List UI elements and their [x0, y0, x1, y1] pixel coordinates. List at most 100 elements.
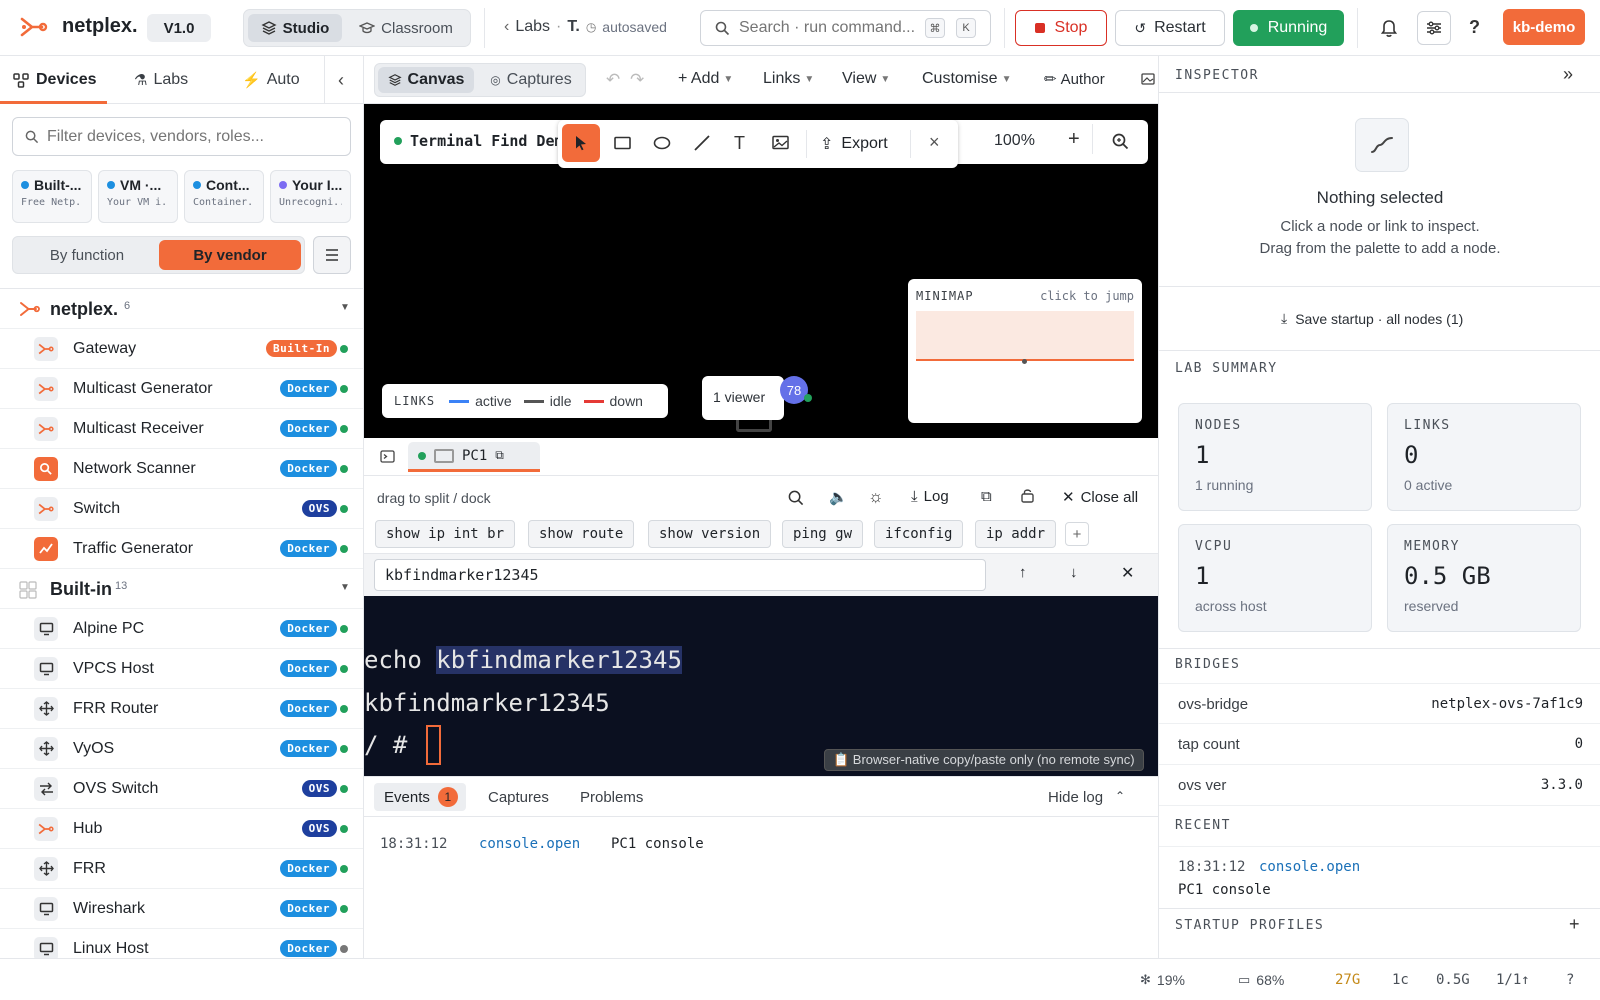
close-icon[interactable]: ×	[929, 132, 940, 153]
device-item[interactable]: Switch OVS	[0, 489, 363, 529]
save-startup-button[interactable]: ⤓ Save startup · all nodes (1)	[1281, 310, 1463, 327]
ellipse-tool-icon[interactable]	[653, 136, 671, 150]
image-icon[interactable]	[1141, 72, 1155, 86]
breadcrumb-labs[interactable]: Labs	[515, 18, 550, 36]
menu-author[interactable]: ✏ Author	[1044, 70, 1105, 89]
quick-command-chip[interactable]: ip addr	[975, 520, 1057, 548]
arrow-down-icon[interactable]: ↓	[1070, 564, 1078, 581]
stat-label: VCPU	[1195, 539, 1233, 554]
list-menu-icon[interactable]	[313, 236, 351, 274]
by-vendor-button[interactable]: By vendor	[159, 240, 301, 270]
line-tool-icon[interactable]	[693, 134, 711, 152]
find-icon[interactable]	[788, 490, 804, 506]
source-chip-vm[interactable]: VM ·... Your VM i...	[98, 170, 178, 223]
hide-log-button[interactable]: Hide log ⌃	[1048, 789, 1125, 806]
mode-studio-button[interactable]: Studio	[248, 14, 342, 42]
pc-node-icon[interactable]	[736, 420, 772, 432]
quick-command-chip[interactable]: ifconfig	[874, 520, 964, 548]
device-item[interactable]: FRR Docker	[0, 849, 363, 889]
device-item[interactable]: Network Scanner Docker	[0, 449, 363, 489]
popout-icon[interactable]: ⧉	[495, 448, 504, 463]
stop-button[interactable]: Stop	[1015, 10, 1107, 46]
log-tab-events[interactable]: Events 1	[374, 783, 466, 811]
tab-canvas[interactable]: Canvas	[378, 67, 474, 93]
device-item[interactable]: Hub OVS	[0, 809, 363, 849]
log-button[interactable]: ⤓ Log	[911, 488, 949, 505]
export-button[interactable]: ⇪ Export	[820, 134, 888, 154]
close-all-button[interactable]: ✕ Close all	[1062, 488, 1138, 507]
device-filter[interactable]	[12, 117, 351, 156]
device-item[interactable]: Gateway Built-In	[0, 329, 363, 369]
device-item[interactable]: Linux Host Docker	[0, 929, 363, 958]
close-icon[interactable]: ✕	[1121, 563, 1134, 583]
select-tool-icon[interactable]	[562, 124, 600, 162]
tab-labs[interactable]: ⚗ Labs	[134, 56, 188, 104]
tab-auto[interactable]: ⚡ Auto	[242, 56, 300, 104]
mode-classroom-button[interactable]: Classroom	[346, 14, 466, 42]
find-input[interactable]	[374, 559, 986, 591]
theme-sun-icon[interactable]: ☼	[868, 487, 884, 507]
device-filter-input[interactable]	[47, 126, 342, 148]
minimap[interactable]: MINIMAP click to jump	[908, 279, 1142, 423]
collapse-sidebar-icon[interactable]: ‹	[338, 70, 344, 91]
breadcrumb[interactable]: ‹ Labs · T. ◷ autosaved	[504, 18, 667, 36]
tab-devices[interactable]: Devices	[12, 56, 97, 104]
image-tool-icon[interactable]	[772, 135, 789, 150]
help-icon[interactable]: ?	[1469, 17, 1480, 38]
lock-icon[interactable]	[1021, 488, 1034, 503]
terminal-tab-pc1[interactable]: PC1 ⧉	[408, 442, 540, 472]
zoom-in-icon[interactable]: +	[1068, 128, 1080, 151]
rectangle-tool-icon[interactable]	[614, 136, 631, 150]
menu-customise[interactable]: Customise ▼	[922, 70, 1011, 88]
restart-button[interactable]: ↺ Restart	[1115, 10, 1225, 46]
quick-command-chip[interactable]: show version	[648, 520, 772, 548]
quick-command-chip[interactable]: show ip int br	[375, 520, 516, 548]
log-entry-event[interactable]: console.open	[479, 836, 580, 852]
settings-sliders-icon[interactable]	[1417, 11, 1451, 45]
source-chip-your-images[interactable]: Your I... Unrecogni...	[270, 170, 351, 223]
running-status-button[interactable]: Running	[1233, 10, 1344, 46]
command-search-input[interactable]	[739, 17, 921, 39]
tab-captures[interactable]: ◎ Captures	[479, 67, 583, 93]
redo-icon[interactable]: ↷	[630, 70, 644, 90]
quick-command-chip[interactable]: show route	[528, 520, 635, 548]
command-search[interactable]: ⌘ K	[700, 10, 991, 46]
device-item[interactable]: Wireshark Docker	[0, 889, 363, 929]
arrow-up-icon[interactable]: ↑	[1019, 564, 1027, 581]
device-item[interactable]: Alpine PC Docker	[0, 609, 363, 649]
device-item[interactable]: Traffic Generator Docker	[0, 529, 363, 569]
topology-canvas[interactable]: Terminal Find Dem T ⇪ Export × 100% + LIN…	[364, 104, 1158, 438]
device-item[interactable]: VyOS Docker	[0, 729, 363, 769]
log-tab-problems[interactable]: Problems	[580, 789, 643, 806]
device-item[interactable]: Multicast Generator Docker	[0, 369, 363, 409]
source-chip-container[interactable]: Cont... Container...	[184, 170, 264, 223]
device-item[interactable]: FRR Router Docker	[0, 689, 363, 729]
vendor-group-header-netplex[interactable]: netplex. 6 ▼	[0, 289, 363, 329]
text-tool-icon[interactable]: T	[734, 133, 745, 154]
user-button[interactable]: kb-demo	[1503, 9, 1585, 45]
add-profile-icon[interactable]: +	[1569, 914, 1580, 935]
breadcrumb-current[interactable]: T.	[567, 18, 579, 36]
menu-view[interactable]: View ▼	[842, 70, 890, 88]
device-item[interactable]: OVS Switch OVS	[0, 769, 363, 809]
undo-icon[interactable]: ↶	[606, 70, 620, 90]
source-chip-builtin[interactable]: Built-... Free Netp...	[12, 170, 92, 223]
viewer-pill[interactable]: 1 viewer	[702, 376, 784, 420]
quick-command-chip[interactable]: ping gw	[782, 520, 864, 548]
device-item[interactable]: VPCS Host Docker	[0, 649, 363, 689]
vendor-group-header-builtin[interactable]: Built-in 13 ▼	[0, 569, 363, 609]
bell-icon[interactable]	[1380, 18, 1398, 38]
log-tab-captures[interactable]: Captures	[488, 789, 549, 806]
menu-add[interactable]: + Add ▼	[678, 70, 733, 88]
menu-links[interactable]: Links ▼	[763, 70, 814, 88]
device-item[interactable]: Multicast Receiver Docker	[0, 409, 363, 449]
add-quick-command-icon[interactable]: +	[1065, 522, 1089, 546]
terminal-output[interactable]: echo kbfindmarker12345 kbfindmarker12345…	[364, 596, 1158, 776]
recent-event[interactable]: console.open	[1259, 859, 1360, 875]
zoom-search-icon[interactable]	[1112, 133, 1129, 150]
collapse-inspector-icon[interactable]: »	[1563, 64, 1573, 85]
speaker-icon[interactable]: 🔈	[829, 488, 848, 506]
help-icon[interactable]: ?	[1566, 972, 1574, 988]
external-link-icon[interactable]: ⧉	[981, 488, 992, 505]
by-function-button[interactable]: By function	[17, 240, 157, 270]
